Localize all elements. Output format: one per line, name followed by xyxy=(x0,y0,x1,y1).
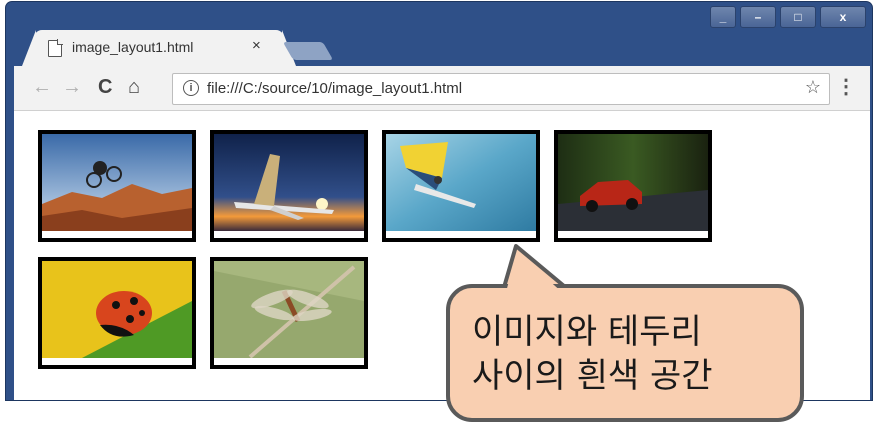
callout-line-1: 이미지와 테두리 xyxy=(472,312,702,352)
callout-line-2: 사이의 흰색 공간 xyxy=(472,356,713,396)
callout-pointer-fill xyxy=(501,252,582,310)
callout-text: 이미지와 테두리 사이의 흰색 공간 xyxy=(472,310,713,398)
